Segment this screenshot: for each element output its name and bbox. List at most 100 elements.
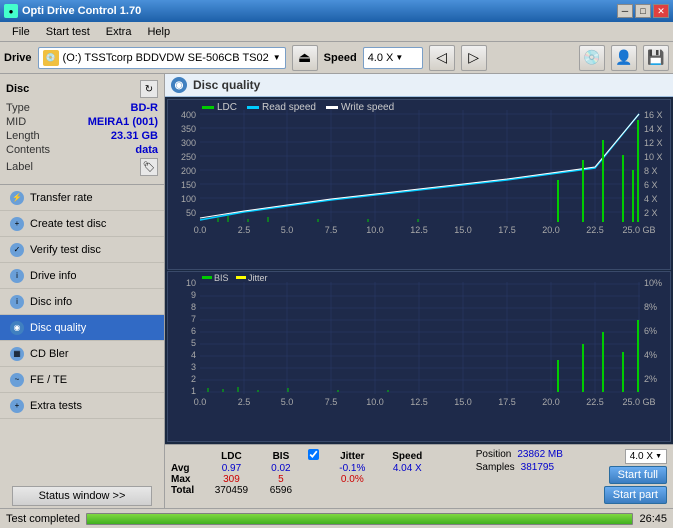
disc-quality-header-icon: ◉ — [171, 77, 187, 93]
total-ldc: 370459 — [204, 485, 259, 496]
avg-row: Avg 0.97 0.02 -0.1% 4.04 X — [171, 463, 468, 474]
svg-text:12.5: 12.5 — [410, 397, 428, 407]
sidebar-item-cd-bler[interactable]: ▦ CD Bler — [0, 341, 164, 367]
length-value: 23.31 GB — [111, 130, 158, 142]
back-button[interactable]: ◁ — [429, 45, 455, 71]
status-window-button[interactable]: Status window >> — [12, 486, 152, 506]
svg-text:Jitter: Jitter — [248, 273, 268, 283]
svg-text:6: 6 — [191, 326, 196, 336]
sidebar-item-disc-info[interactable]: i Disc info — [0, 289, 164, 315]
sidebar-item-transfer-rate[interactable]: ⚡ Transfer rate — [0, 185, 164, 211]
svg-text:8 X: 8 X — [644, 166, 658, 176]
profile-button[interactable]: 👤 — [611, 45, 637, 71]
menu-help[interactable]: Help — [139, 24, 178, 40]
svg-text:17.5: 17.5 — [498, 397, 516, 407]
svg-text:3: 3 — [191, 362, 196, 372]
transfer-rate-icon: ⚡ — [10, 191, 24, 205]
svg-text:2: 2 — [191, 374, 196, 384]
mid-value: MEIRA1 (001) — [88, 116, 158, 128]
sidebar: Disc ↻ Type BD-R MID MEIRA1 (001) Length… — [0, 74, 165, 508]
position-label: Position — [476, 449, 512, 460]
svg-text:10.0: 10.0 — [366, 225, 384, 235]
svg-text:4 X: 4 X — [644, 194, 658, 204]
stats-table: LDC BIS Jitter Speed Avg — [171, 449, 468, 496]
write-speed-legend-color — [326, 106, 338, 109]
drive-icon: 💿 — [43, 50, 59, 66]
minimize-button[interactable]: ─ — [617, 4, 633, 18]
disc-quality-title: Disc quality — [193, 78, 260, 92]
speed-label: Speed — [324, 52, 357, 64]
speed-display-arrow: ▼ — [655, 453, 662, 460]
ldc-header: LDC — [204, 449, 259, 463]
svg-text:8: 8 — [191, 302, 196, 312]
total-bis: 6596 — [259, 485, 303, 496]
bis-chart: BIS Jitter 10 9 8 7 6 5 4 3 2 1 10% 8 — [167, 271, 671, 442]
drivebar: Drive 💿 (O:) TSSTcorp BDDVDW SE-506CB TS… — [0, 42, 673, 74]
svg-text:16 X: 16 X — [644, 110, 663, 120]
svg-text:4: 4 — [191, 350, 196, 360]
label-icon-button[interactable]: 🏷 — [140, 158, 158, 176]
disc-panel: Disc ↻ Type BD-R MID MEIRA1 (001) Length… — [0, 74, 164, 185]
drive-select[interactable]: 💿 (O:) TSSTcorp BDDVDW SE-506CB TS02 ▼ — [38, 47, 286, 69]
svg-text:2 X: 2 X — [644, 208, 658, 218]
max-label: Max — [171, 474, 204, 485]
nav-label-create-test-disc: Create test disc — [30, 218, 106, 230]
svg-text:8%: 8% — [644, 302, 657, 312]
contents-value: data — [135, 144, 158, 156]
menu-file[interactable]: File — [4, 24, 38, 40]
svg-text:5.0: 5.0 — [281, 397, 294, 407]
sidebar-item-verify-test-disc[interactable]: ✓ Verify test disc — [0, 237, 164, 263]
sidebar-nav: ⚡ Transfer rate + Create test disc ✓ Ver… — [0, 185, 164, 484]
svg-text:100: 100 — [181, 194, 196, 204]
position-value: 23862 MB — [517, 449, 563, 460]
charts-wrapper: LDC Read speed Write speed 400 350 3 — [165, 97, 673, 444]
speed-header: Speed — [380, 449, 435, 463]
ldc-legend-color — [202, 106, 214, 109]
svg-text:20.0: 20.0 — [542, 225, 560, 235]
disc-refresh-button[interactable]: ↻ — [140, 80, 158, 98]
svg-text:150: 150 — [181, 180, 196, 190]
time-text: 26:45 — [639, 513, 667, 525]
save-button[interactable]: 💾 — [643, 45, 669, 71]
sidebar-item-disc-quality[interactable]: ◉ Disc quality — [0, 315, 164, 341]
maximize-button[interactable]: □ — [635, 4, 651, 18]
contents-label: Contents — [6, 144, 50, 156]
close-button[interactable]: ✕ — [653, 4, 669, 18]
disc-quality-icon: ◉ — [10, 321, 24, 335]
svg-text:1: 1 — [191, 386, 196, 396]
nav-label-drive-info: Drive info — [30, 270, 76, 282]
nav-label-cd-bler: CD Bler — [30, 348, 69, 360]
max-ldc: 309 — [204, 474, 259, 485]
forward-button[interactable]: ▷ — [461, 45, 487, 71]
start-part-button[interactable]: Start part — [604, 486, 667, 504]
disc-button[interactable]: 💿 — [579, 45, 605, 71]
svg-text:0.0: 0.0 — [194, 225, 207, 235]
jitter-checkbox[interactable] — [308, 449, 319, 460]
sidebar-item-create-test-disc[interactable]: + Create test disc — [0, 211, 164, 237]
chart1-legend: LDC Read speed Write speed — [202, 102, 394, 113]
nav-label-fe-te: FE / TE — [30, 374, 67, 386]
avg-label: Avg — [171, 463, 204, 474]
sidebar-item-fe-te[interactable]: ~ FE / TE — [0, 367, 164, 393]
bis-header: BIS — [259, 449, 303, 463]
fe-te-icon: ~ — [10, 373, 24, 387]
menu-start-test[interactable]: Start test — [38, 24, 98, 40]
eject-button[interactable]: ⏏ — [292, 45, 318, 71]
app-icon: ● — [4, 4, 18, 18]
speed-select[interactable]: 4.0 X ▼ — [363, 47, 423, 69]
nav-label-disc-quality: Disc quality — [30, 322, 86, 334]
sidebar-item-extra-tests[interactable]: + Extra tests — [0, 393, 164, 419]
statusbar: Test completed 26:45 — [0, 508, 673, 528]
sidebar-item-drive-info[interactable]: i Drive info — [0, 263, 164, 289]
speed-display: 4.0 X ▼ — [625, 449, 667, 464]
start-full-button[interactable]: Start full — [609, 466, 667, 484]
read-speed-legend-label: Read speed — [262, 102, 316, 113]
progress-bar-fill — [87, 514, 632, 524]
stats-bar: LDC BIS Jitter Speed Avg — [165, 444, 673, 508]
svg-text:7.5: 7.5 — [325, 225, 338, 235]
ldc-chart: LDC Read speed Write speed 400 350 3 — [167, 99, 671, 270]
jitter-header: Jitter — [325, 449, 380, 463]
svg-text:15.0: 15.0 — [454, 397, 472, 407]
menu-extra[interactable]: Extra — [98, 24, 140, 40]
svg-text:10%: 10% — [644, 278, 662, 288]
